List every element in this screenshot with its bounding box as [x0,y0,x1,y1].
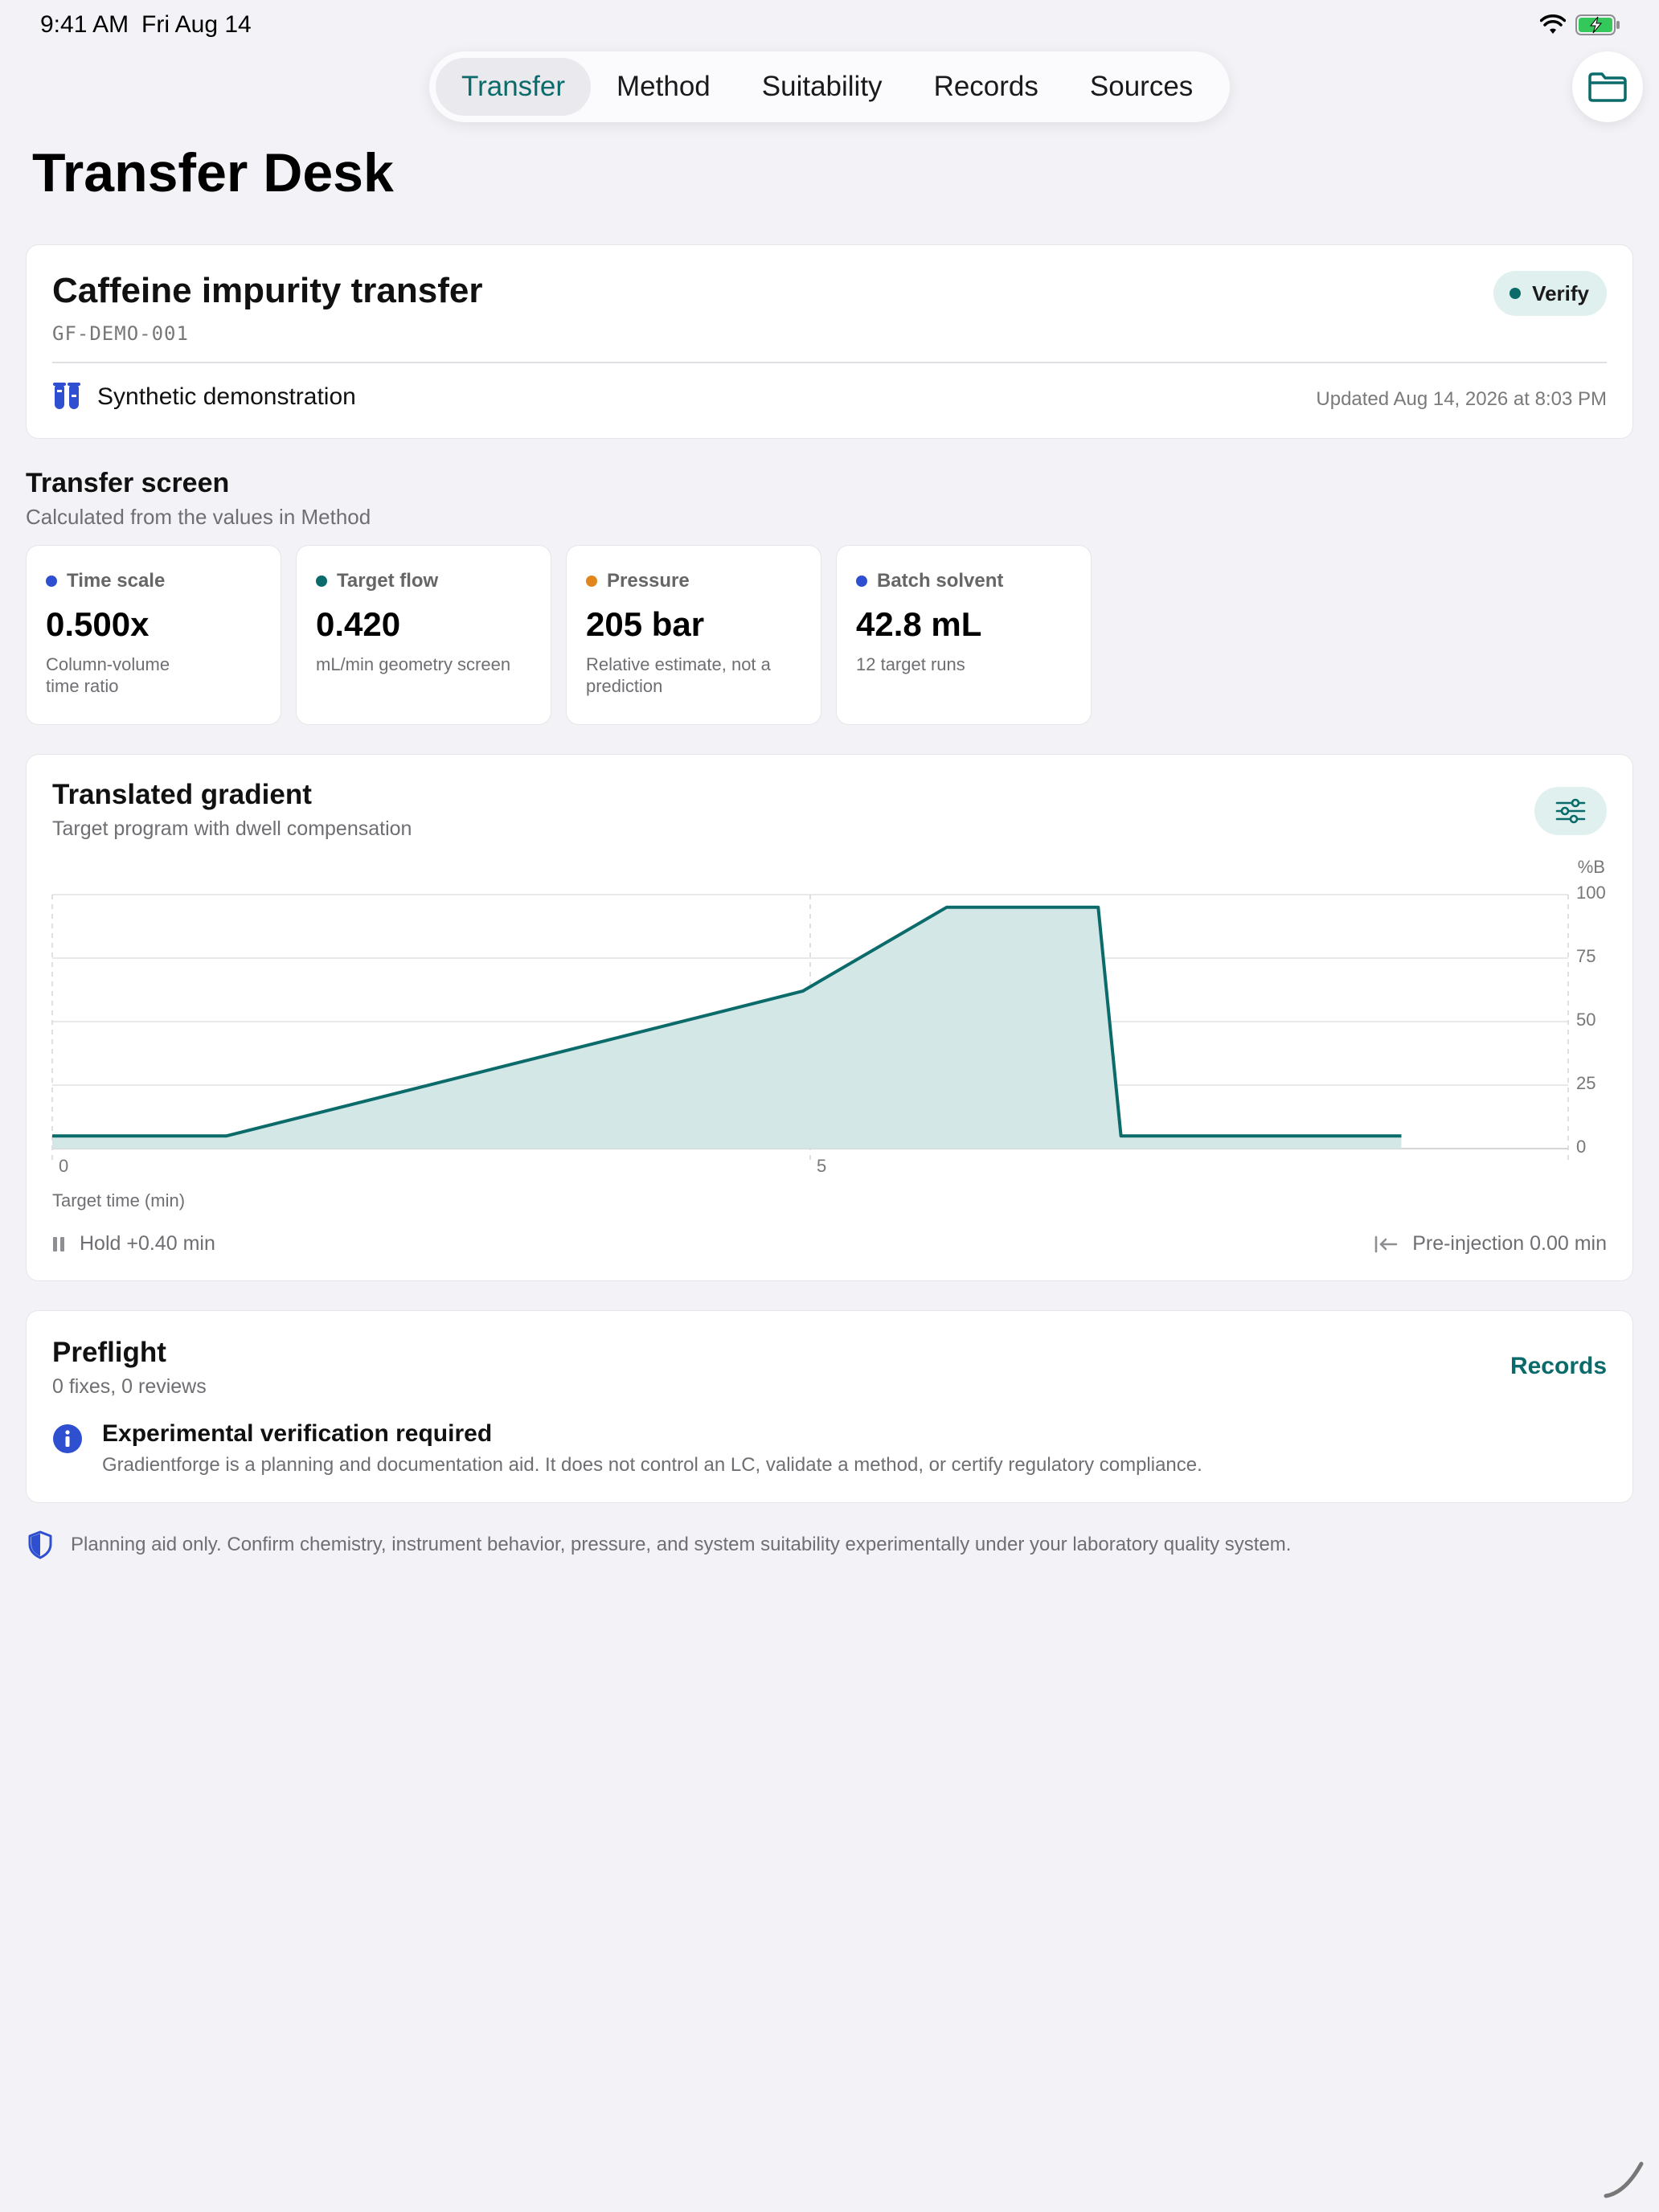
status-bar: 9:41 AM Fri Aug 14 [0,0,1659,51]
metric-card-target-flow: Target flow 0.420 mL/min geometry screen [296,545,551,725]
divider [52,362,1607,363]
arrow-to-left-icon [1374,1235,1398,1252]
section-title: Transfer screen [26,468,230,498]
battery-charging-icon [1575,14,1620,35]
status-badge-label: Verify [1532,281,1589,305]
metric-label-text: Batch solvent [877,570,1004,592]
preflight-item-text: Gradientforge is a planning and document… [102,1454,1202,1476]
metric-value: 42.8 mL [856,605,982,643]
y-tick-label: 75 [1576,946,1596,966]
hold-label: Hold +0.40 min [80,1232,215,1255]
pre-injection-label: Pre-injection 0.00 min [1412,1232,1607,1255]
project-title: Caffeine impurity transfer [52,271,483,310]
gradient-title: Translated gradient [52,779,312,810]
preflight-item-title: Experimental verification required [102,1420,493,1447]
metric-label: Pressure [586,570,690,592]
tab-records[interactable]: Records [908,58,1064,116]
metric-note: 12 target runs [856,654,965,674]
status-badge: Verify [1493,271,1607,316]
metric-note: mL/min geometry screen [316,654,511,674]
y-tick-label: 0 [1576,1137,1586,1157]
gradient-subtitle: Target program with dwell compensation [52,817,412,840]
y-tick-label: 25 [1576,1073,1596,1093]
project-source-label: Synthetic demonstration [97,383,356,410]
metric-label-text: Pressure [607,570,690,592]
preflight-subtitle: 0 fixes, 0 reviews [52,1375,207,1398]
test-tubes-icon [53,383,80,409]
status-icons [1540,14,1620,35]
page-title: Transfer Desk [32,142,394,203]
metric-dot [316,576,327,587]
sliders-icon [1555,798,1586,824]
records-link[interactable]: Records [1510,1353,1607,1380]
segmented-tab-bar: Transfer Method Suitability Records Sour… [429,51,1230,122]
open-project-button[interactable] [1572,51,1643,122]
y-axis-label: %B [1578,857,1605,877]
metric-label-text: Target flow [337,570,439,592]
status-time: 9:41 AM [40,11,129,38]
metric-value: 0.500x [46,605,150,643]
metric-label-text: Time scale [67,570,166,592]
x-axis-label: Target time (min) [52,1190,186,1210]
metric-card-batch-solvent: Batch solvent 42.8 mL 12 target runs [836,545,1092,725]
status-date: Fri Aug 14 [141,11,252,38]
metric-note: Column-volume time ratio [46,654,170,696]
metric-dot [856,576,867,587]
x-tick-label: 0 [59,1156,68,1176]
status-dot [1509,288,1522,299]
gradient-card: Translated gradient Target program with … [26,754,1633,1281]
section-subtitle: Calculated from the values in Method [26,505,371,529]
tab-suitability[interactable]: Suitability [736,58,908,116]
metric-label: Target flow [316,570,438,592]
gradient-area [52,907,1402,1149]
metric-card-time-scale: Time scale 0.500x Column-volume time rat… [26,545,281,725]
project-id: GF-DEMO-001 [52,322,189,345]
metric-label: Time scale [46,570,165,592]
metric-label: Batch solvent [856,570,1003,592]
disclaimer: Planning aid only. Confirm chemistry, in… [27,1530,1291,1559]
y-tick-label: 100 [1576,883,1606,903]
y-tick-label: 50 [1576,1010,1596,1030]
folder-icon [1588,72,1627,102]
metric-dot [586,576,597,587]
scribble-handle-icon [1604,2161,1644,2198]
tab-sources[interactable]: Sources [1064,58,1219,116]
shield-icon [28,1530,52,1559]
updated-timestamp: Updated Aug 14, 2026 at 8:03 PM [1316,388,1607,410]
metric-value: 205 bar [586,605,705,643]
wifi-icon [1540,14,1566,34]
project-card: Caffeine impurity transfer GF-DEMO-001 V… [26,244,1633,439]
metric-card-pressure: Pressure 205 bar Relative estimate, not … [566,545,821,725]
pre-injection-info: Pre-injection 0.00 min [1374,1232,1607,1256]
tab-transfer[interactable]: Transfer [436,58,592,116]
metric-value: 0.420 [316,605,401,643]
pause-icon [53,1236,64,1251]
metric-dot [46,576,57,587]
preflight-title: Preflight [52,1337,166,1368]
tab-method[interactable]: Method [591,58,736,116]
x-tick-label: 5 [817,1156,826,1176]
disclaimer-text: Planning aid only. Confirm chemistry, in… [71,1534,1292,1555]
gradient-chart: %B 100 75 50 25 0 0 5 [51,857,1606,1176]
info-icon [53,1424,82,1453]
metric-note: Relative estimate, not a prediction [586,654,771,696]
gradient-settings-button[interactable] [1534,787,1607,835]
hold-info: Hold +0.40 min [52,1232,215,1256]
project-source: Synthetic demonstration [52,382,356,412]
preflight-card: Preflight 0 fixes, 0 reviews Records Exp… [26,1310,1633,1503]
